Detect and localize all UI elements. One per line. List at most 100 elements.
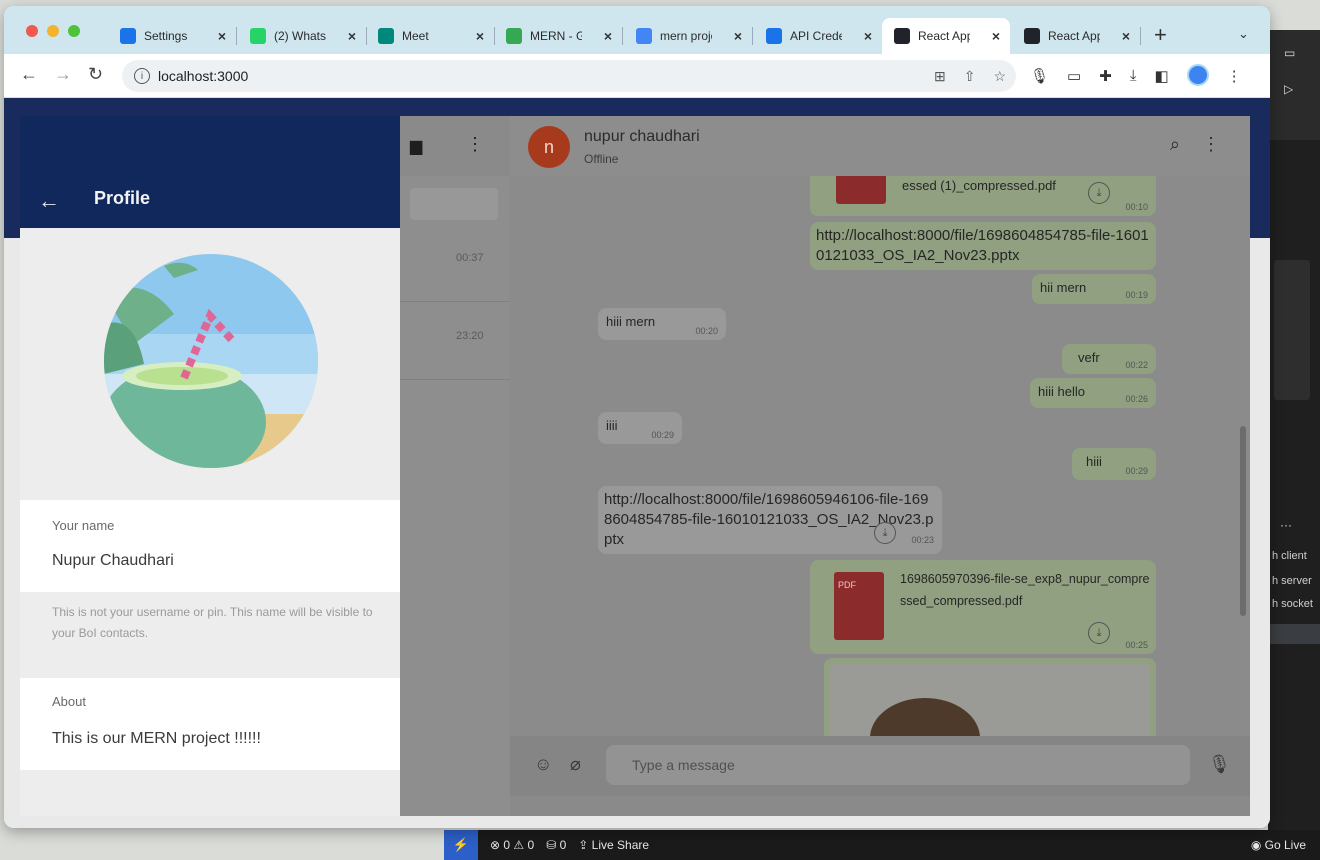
microphone-icon[interactable]: 🎙 (1208, 754, 1231, 775)
message-time: 00:26 (1125, 394, 1148, 404)
conversation-header: n nupur chaudhari Offline ⌕ ⋮ (510, 116, 1250, 176)
install-app-icon[interactable]: ⊞ (934, 68, 946, 85)
zoom-window-button[interactable] (68, 25, 80, 37)
vscode-item[interactable]: h client (1272, 550, 1307, 562)
tab-separator (1140, 27, 1141, 45)
attachment-icon[interactable]: ⌀ (570, 754, 581, 775)
profile-picture[interactable] (104, 254, 318, 468)
profile-drawer: ← Profile Your name Nupur Chaudhari This… (20, 116, 400, 816)
message-image[interactable] (824, 658, 1156, 736)
more-icon[interactable]: ··· (1280, 518, 1292, 532)
live-share-button[interactable]: ⇪ Live Share (578, 838, 649, 852)
message-input[interactable] (606, 745, 1190, 785)
vscode-item[interactable]: h socket (1272, 598, 1313, 610)
browser-tab[interactable]: mern project × (624, 18, 753, 54)
share-icon[interactable]: ⇧ (964, 68, 976, 85)
download-icon[interactable]: ⤓ (874, 522, 896, 544)
download-icon[interactable]: ⤓ (1088, 622, 1110, 644)
new-chat-icon[interactable]: ▆ (410, 136, 422, 156)
run-icon[interactable]: ▷ (1284, 82, 1293, 96)
name-hint: This is not your username or pin. This n… (52, 605, 373, 640)
back-arrow-icon[interactable]: ← (38, 188, 60, 214)
new-tab-button[interactable]: + (1154, 22, 1167, 48)
message-body: iiii (606, 418, 618, 433)
conversation-menu-icon[interactable]: ⋮ (1202, 134, 1220, 155)
profile-header: ← Profile (20, 116, 400, 228)
url-text[interactable]: localhost:3000 (158, 68, 248, 84)
tab-separator (236, 27, 237, 45)
microphone-extension-icon[interactable]: 🎙 (1030, 67, 1049, 86)
image-link-text: http://localhost:8000/file/1698604854785… (816, 227, 1149, 264)
reload-icon[interactable]: ↻ (88, 64, 103, 85)
browser-menu-icon[interactable]: ⋮ (1227, 67, 1242, 86)
close-tab-icon[interactable]: × (992, 28, 1000, 44)
tab-separator (622, 27, 623, 45)
vscode-selected-row (1268, 624, 1320, 644)
vscode-panel (1274, 260, 1310, 400)
menu-icon[interactable]: ⋮ (466, 134, 484, 155)
layout-icon[interactable]: ▭ (1284, 46, 1295, 60)
address-bar[interactable]: i localhost:3000 ⊞ ⇧ ☆ (122, 60, 1016, 92)
message-text[interactable]: vefr 00:22 (1062, 344, 1156, 374)
browser-tab[interactable]: React App × (882, 18, 1010, 54)
info-icon[interactable]: i (134, 68, 150, 84)
message-text[interactable]: iiii 00:29 (598, 412, 682, 444)
emoji-icon[interactable]: ☺ (534, 754, 552, 775)
message-image-link[interactable]: http://localhost:8000/file/1698604854785… (810, 222, 1156, 270)
search-icon[interactable]: ⌕ (1170, 134, 1180, 155)
contact-avatar[interactable]: n (528, 126, 570, 168)
browser-tab[interactable]: React App × (1012, 18, 1141, 54)
web-page: ▆ ⋮ 00:37 23:20 n nupur chaudhari Offlin… (4, 98, 1270, 828)
tab-search-icon[interactable]: ⌄ (1238, 26, 1249, 42)
close-window-button[interactable] (26, 25, 38, 37)
message-image-link[interactable]: http://localhost:8000/file/1698605946106… (598, 486, 942, 554)
browser-tab[interactable]: (2) WhatsApp × (238, 18, 367, 54)
chat-time: 00:37 (456, 252, 484, 264)
problems-status[interactable]: ⊗ 0 ⚠ 0 (490, 838, 534, 852)
forward-arrow-icon[interactable]: → (54, 64, 72, 85)
puzzle-extensions-icon[interactable]: ✚ (1099, 67, 1112, 86)
chat-search-box[interactable] (410, 188, 498, 220)
about-card: About This is our MERN project !!!!!! (20, 678, 400, 770)
about-value[interactable]: This is our MERN project !!!!!! (52, 730, 261, 748)
browser-tab[interactable]: Meet × (366, 18, 495, 54)
close-tab-icon[interactable]: × (734, 28, 742, 44)
message-list[interactable]: essed (1)_compressed.pdf ⤓ 00:10 http://… (510, 176, 1250, 736)
remote-icon[interactable]: ⚡ (444, 830, 478, 860)
message-text[interactable]: hiii hello 00:26 (1030, 378, 1156, 408)
chat-list-item[interactable]: 00:37 (400, 224, 510, 302)
message-pdf[interactable]: essed (1)_compressed.pdf ⤓ 00:10 (810, 176, 1156, 216)
extension-icon[interactable]: ▭ (1067, 67, 1081, 86)
vscode-item[interactable]: h server (1272, 575, 1312, 587)
ports-status[interactable]: ⛁ 0 (546, 838, 566, 852)
message-text[interactable]: hiii 00:29 (1072, 448, 1156, 480)
profile-avatar[interactable] (1186, 64, 1209, 86)
side-panel-icon[interactable]: ◧ (1154, 67, 1168, 86)
pdf-icon (836, 176, 886, 204)
message-text[interactable]: hii mern 00:19 (1032, 274, 1156, 304)
tab-label: Meet (402, 29, 429, 43)
tab-label: Settings (144, 29, 188, 43)
download-icon[interactable]: ⤓ (1130, 67, 1137, 86)
chat-list-item[interactable]: 23:20 (400, 302, 510, 380)
close-tab-icon[interactable]: × (348, 28, 356, 44)
message-scrollbar[interactable] (1240, 426, 1246, 616)
close-tab-icon[interactable]: × (604, 28, 612, 44)
message-time: 00:20 (695, 326, 718, 336)
close-tab-icon[interactable]: × (864, 28, 872, 44)
message-pdf[interactable]: PDF 1698605970396-file-se_exp8_nupur_com… (810, 560, 1156, 654)
name-value[interactable]: Nupur Chaudhari (52, 552, 174, 570)
bookmark-star-icon[interactable]: ☆ (993, 68, 1006, 85)
back-arrow-icon[interactable]: ← (20, 64, 38, 85)
minimize-window-button[interactable] (47, 25, 59, 37)
browser-tab[interactable]: MERN - Google Drive × (494, 18, 623, 54)
go-live-button[interactable]: ◉ Go Live (1251, 838, 1306, 852)
message-text[interactable]: hiii mern 00:20 (598, 308, 726, 340)
download-icon[interactable]: ⤓ (1088, 182, 1110, 204)
browser-tab[interactable]: API Credentials × (754, 18, 882, 54)
close-tab-icon[interactable]: × (218, 28, 226, 44)
close-tab-icon[interactable]: × (476, 28, 484, 44)
browser-tab[interactable]: Settings × (108, 18, 237, 54)
message-body: vefr (1078, 350, 1100, 365)
close-tab-icon[interactable]: × (1122, 28, 1130, 44)
